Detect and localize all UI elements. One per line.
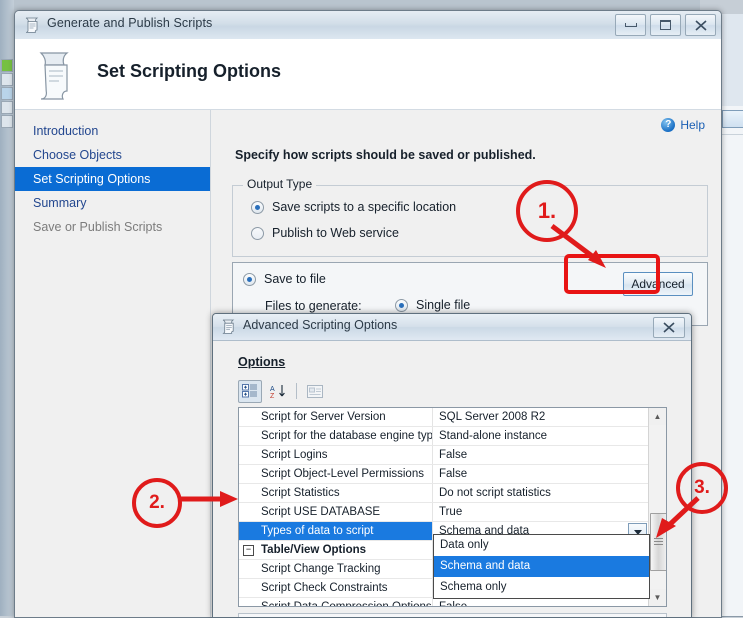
close-icon <box>695 20 707 31</box>
help-question-icon: ? <box>661 118 675 132</box>
svg-text:A: A <box>270 386 275 393</box>
annotation-marker-2: 2. <box>132 478 182 528</box>
svg-text:Z: Z <box>270 393 275 399</box>
property-name: Table/View Options <box>239 541 433 559</box>
property-value[interactable]: Stand-alone instance <box>433 427 648 445</box>
scroll-up-button[interactable]: ▲ <box>649 408 666 425</box>
help-label: Help <box>680 118 705 132</box>
annotation-arrow-1 <box>548 222 648 274</box>
property-name: Script USE DATABASE <box>239 503 433 521</box>
advanced-dialog-title: Advanced Scripting Options <box>243 318 397 332</box>
property-name: Script Statistics <box>239 484 433 502</box>
collapse-expander-icon[interactable]: − <box>243 545 254 556</box>
window-title: Generate and Publish Scripts <box>47 16 212 30</box>
sidebar-item-summary[interactable]: Summary <box>15 191 210 215</box>
help-link[interactable]: ? Help <box>661 118 705 132</box>
radio-label: Publish to Web service <box>272 226 399 240</box>
property-name: Script for Server Version <box>239 408 433 426</box>
table-row[interactable]: Script USE DATABASE True <box>239 503 648 522</box>
wizard-header: Set Scripting Options <box>15 39 721 110</box>
property-value[interactable]: False <box>433 446 648 464</box>
radio-label: Save to file <box>264 272 326 286</box>
close-icon <box>663 322 675 333</box>
table-row[interactable]: Script Logins False <box>239 446 648 465</box>
property-name: Script Change Tracking <box>239 560 433 578</box>
alphabetical-sort-button[interactable]: A Z <box>267 381 289 402</box>
maximize-button[interactable] <box>650 14 681 36</box>
property-value[interactable]: SQL Server 2008 R2 <box>433 408 648 426</box>
dropdown-option-data-only[interactable]: Data only <box>434 535 649 556</box>
property-name: Script Check Constraints <box>239 579 433 597</box>
advanced-button[interactable]: Advanced <box>623 272 693 296</box>
table-row[interactable]: Script Statistics Do not script statisti… <box>239 484 648 503</box>
close-button[interactable] <box>685 14 716 36</box>
radio-indicator-on-icon <box>251 201 264 214</box>
sort-az-icon: A Z <box>270 384 287 399</box>
radio-indicator-off-icon <box>251 227 264 240</box>
files-to-generate-label: Files to generate: <box>265 299 362 313</box>
radio-label: Single file <box>416 298 470 312</box>
triangle-down-icon: ▼ <box>654 593 662 602</box>
property-name: Script for the database engine type <box>239 427 433 445</box>
sidebar-item-choose-objects[interactable]: Choose Objects <box>15 143 210 167</box>
property-name: Script Object-Level Permissions <box>239 465 433 483</box>
options-label: Options <box>238 355 285 369</box>
radio-label: Save scripts to a specific location <box>272 200 456 214</box>
window-controls <box>615 14 716 36</box>
dropdown-option-schema-and-data[interactable]: Schema and data <box>434 556 649 577</box>
property-value[interactable]: True <box>433 503 648 521</box>
toolbar-separator <box>296 383 297 399</box>
page-title: Set Scripting Options <box>97 61 281 82</box>
annotation-arrow-3 <box>648 494 704 550</box>
advanced-dialog-titlebar[interactable]: Advanced Scripting Options <box>213 314 691 341</box>
property-value[interactable]: False <box>433 598 648 607</box>
categorized-icon <box>242 384 258 398</box>
types-of-data-dropdown-list[interactable]: Data only Schema and data Schema only <box>433 534 650 599</box>
advanced-dialog-body: Options A Z <box>213 341 691 617</box>
radio-indicator-on-icon <box>243 273 256 286</box>
scroll-script-icon <box>29 47 81 103</box>
property-value[interactable]: Do not script statistics <box>433 484 648 502</box>
property-pages-button[interactable] <box>304 381 326 402</box>
output-type-legend: Output Type <box>243 177 316 191</box>
minimize-button[interactable] <box>615 14 646 36</box>
scroll-down-button[interactable]: ▼ <box>649 589 666 606</box>
property-pages-icon <box>307 385 323 398</box>
radio-single-file[interactable]: Single file <box>395 298 470 312</box>
radio-indicator-on-icon <box>395 299 408 312</box>
sidebar-item-set-scripting-options[interactable]: Set Scripting Options <box>15 167 210 191</box>
wizard-sidebar: Introduction Choose Objects Set Scriptin… <box>15 110 211 617</box>
table-row[interactable]: Script for Server Version SQL Server 200… <box>239 408 648 427</box>
radio-save-scripts-to-location[interactable]: Save scripts to a specific location <box>251 200 456 214</box>
radio-save-to-file[interactable]: Save to file <box>243 272 326 286</box>
property-name: Script Logins <box>239 446 433 464</box>
table-row[interactable]: Script Object-Level Permissions False <box>239 465 648 484</box>
property-grid[interactable]: Script for Server Version SQL Server 200… <box>238 407 667 607</box>
script-document-icon <box>220 318 237 335</box>
property-grid-toolbar: A Z <box>238 379 334 403</box>
sidebar-item-introduction[interactable]: Introduction <box>15 119 210 143</box>
annotation-arrow-2 <box>176 485 242 513</box>
dropdown-option-schema-only[interactable]: Schema only <box>434 577 649 598</box>
desktop-background: Generate and Publish Scripts Set Scripti… <box>0 0 743 616</box>
triangle-up-icon: ▲ <box>654 412 662 421</box>
instruction-text: Specify how scripts should be saved or p… <box>235 148 536 162</box>
advanced-scripting-options-dialog: Advanced Scripting Options Options <box>212 313 692 618</box>
table-row[interactable]: Script Data Compression Options False <box>239 598 648 607</box>
script-document-icon <box>23 16 41 34</box>
property-name: Types of data to script <box>239 522 433 540</box>
advanced-dialog-close-button[interactable] <box>653 317 685 338</box>
window-titlebar[interactable]: Generate and Publish Scripts <box>15 11 721 40</box>
property-value[interactable]: False <box>433 465 648 483</box>
radio-publish-to-web-service[interactable]: Publish to Web service <box>251 226 399 240</box>
property-name: Script Data Compression Options <box>239 598 433 607</box>
categorized-view-button[interactable] <box>238 380 262 403</box>
background-left-icons <box>0 58 12 128</box>
table-row[interactable]: Script for the database engine type Stan… <box>239 427 648 446</box>
sidebar-item-save-or-publish-scripts: Save or Publish Scripts <box>15 215 210 239</box>
